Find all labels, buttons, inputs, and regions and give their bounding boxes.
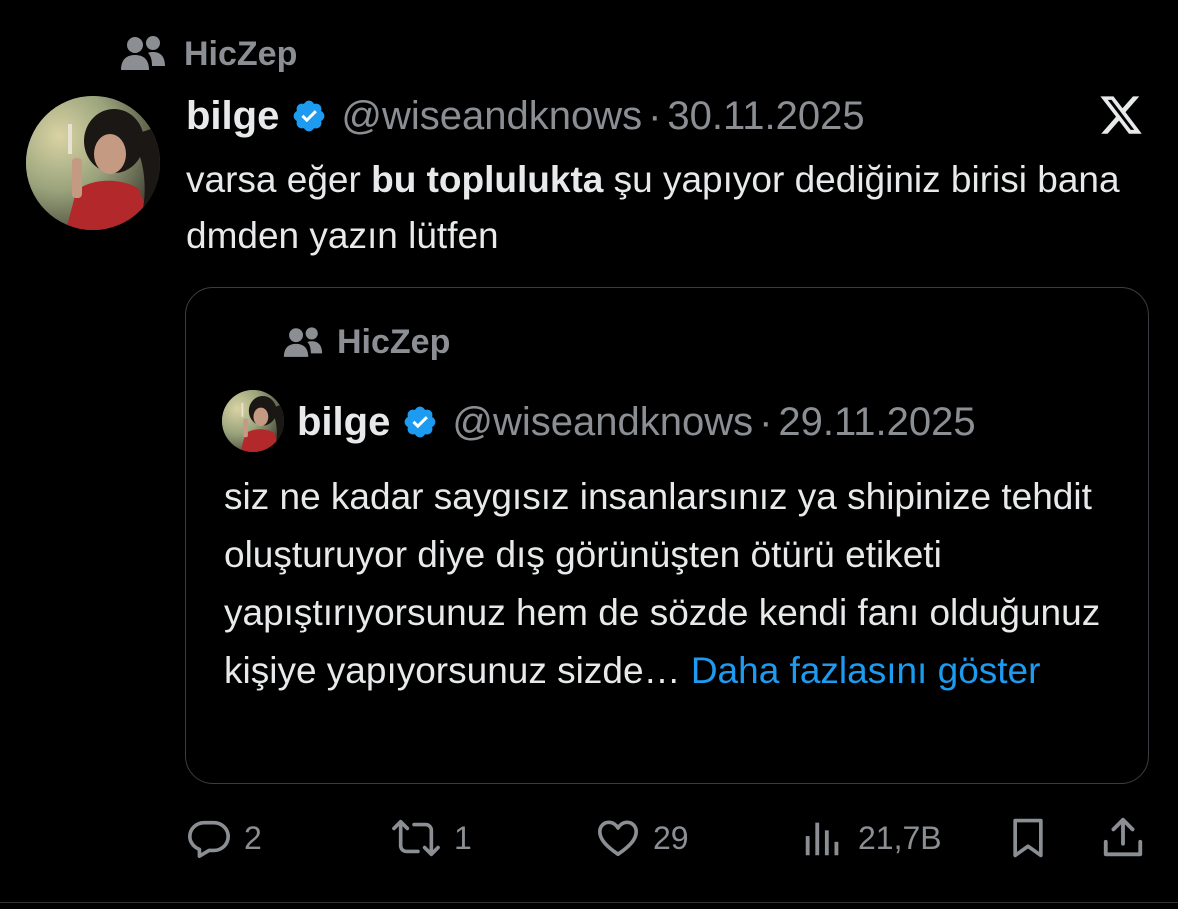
separator-dot: · bbox=[759, 399, 773, 444]
avatar-photo bbox=[222, 390, 284, 452]
community-label[interactable]: HicZep bbox=[120, 34, 297, 74]
author-handle[interactable]: @wiseandknows bbox=[341, 94, 642, 139]
share-icon bbox=[1103, 817, 1143, 857]
reply-button[interactable]: 2 bbox=[186, 810, 262, 866]
tweet-text: varsa eğer bu toplulukta şu yapıyor dedi… bbox=[186, 152, 1146, 264]
repost-icon bbox=[392, 819, 440, 857]
bookmark-icon bbox=[1013, 818, 1043, 858]
heart-icon bbox=[597, 820, 639, 857]
x-logo-icon[interactable] bbox=[1097, 92, 1145, 138]
community-name: HicZep bbox=[184, 34, 298, 73]
views-count: 21,7B bbox=[858, 819, 942, 856]
tweet-date[interactable]: 30.11.2025 bbox=[667, 94, 864, 139]
repost-button[interactable]: 1 bbox=[390, 810, 472, 866]
views-chart-icon bbox=[805, 822, 839, 856]
avatar[interactable] bbox=[26, 96, 160, 230]
like-button[interactable]: 29 bbox=[595, 810, 689, 866]
show-more-link[interactable]: Daha fazlasını göster bbox=[691, 650, 1041, 691]
quoted-tweet-date[interactable]: 29.11.2025 bbox=[778, 400, 975, 445]
verified-badge-icon[interactable] bbox=[291, 98, 327, 134]
avatar-photo bbox=[26, 96, 160, 230]
tweet-text-part1: varsa eğer bbox=[186, 159, 372, 200]
people-icon bbox=[121, 36, 165, 70]
quoted-community-name: HicZep bbox=[337, 323, 451, 361]
tweet[interactable]: HicZep bilge @wiseandknows · 30.11.2025 … bbox=[0, 0, 1178, 909]
action-bar: 2 1 29 21,7B bbox=[0, 810, 1178, 866]
quoted-author-handle[interactable]: @wiseandknows bbox=[452, 400, 753, 445]
tweet-header: bilge @wiseandknows · 30.11.2025 bbox=[186, 92, 865, 140]
bookmark-button[interactable] bbox=[1006, 810, 1050, 866]
views-button[interactable]: 21,7B bbox=[800, 810, 942, 866]
author-name[interactable]: bilge bbox=[186, 94, 279, 139]
quoted-community-label[interactable]: HicZep bbox=[283, 323, 450, 362]
quoted-author-name[interactable]: bilge bbox=[297, 400, 390, 445]
people-icon bbox=[283, 326, 323, 357]
quoted-avatar[interactable] bbox=[222, 390, 284, 452]
tweet-text-bold: bu toplulukta bbox=[371, 159, 604, 200]
verified-badge-icon[interactable] bbox=[402, 404, 438, 440]
like-count: 29 bbox=[653, 819, 689, 856]
separator-dot: · bbox=[648, 93, 662, 138]
reply-icon bbox=[188, 820, 230, 859]
repost-count: 1 bbox=[454, 819, 472, 856]
quoted-tweet-header: bilge @wiseandknows · 29.11.2025 bbox=[297, 398, 976, 446]
reply-count: 2 bbox=[244, 819, 262, 856]
quoted-tweet-text: siz ne kadar saygısız insanlarsınız ya s… bbox=[224, 468, 1124, 700]
divider bbox=[0, 902, 1178, 903]
share-button[interactable] bbox=[1100, 810, 1146, 866]
